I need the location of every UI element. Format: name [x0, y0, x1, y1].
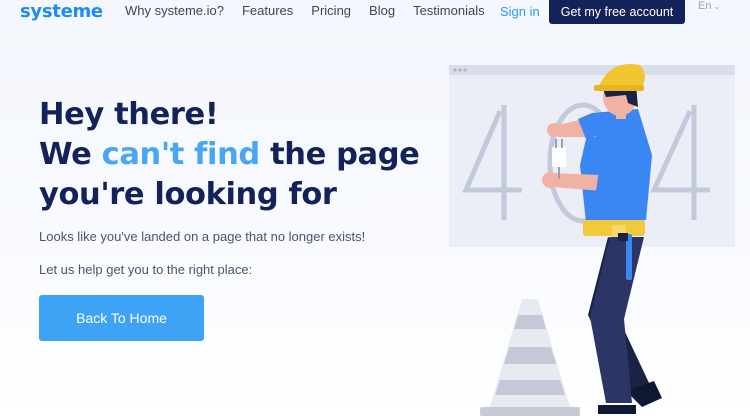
nav-link-why[interactable]: Why systeme.io?: [125, 3, 224, 18]
logo[interactable]: systeme: [20, 1, 103, 22]
title-line-2-start: We: [39, 137, 102, 172]
traffic-cone-icon: [480, 299, 580, 416]
language-label: En: [698, 0, 712, 12]
title-accent: can't find: [101, 137, 261, 172]
back-to-home-button[interactable]: Back To Home: [39, 295, 204, 341]
title-line-1: Hey there!: [39, 97, 219, 132]
sign-in-link[interactable]: Sign in: [500, 4, 540, 19]
site-header: systeme Why systeme.io? Features Pricing…: [0, 0, 750, 38]
title-line-2-end: the page: [259, 137, 420, 172]
subtext-not-found: Looks like you've landed on a page that …: [39, 229, 366, 244]
title-line-3: you're looking for: [39, 177, 337, 212]
nav-link-features[interactable]: Features: [242, 3, 293, 18]
illustration-404: [449, 63, 735, 416]
get-free-account-button[interactable]: Get my free account: [549, 0, 685, 24]
subtext-help: Let us help get you to the right place:: [39, 262, 253, 277]
title-line-2: We can't find the page: [39, 135, 420, 175]
main-nav: Why systeme.io? Features Pricing Blog Te…: [125, 3, 503, 18]
nav-link-pricing[interactable]: Pricing: [311, 3, 351, 18]
nav-link-testimonials[interactable]: Testimonials: [413, 3, 485, 18]
language-selector[interactable]: En ⌄: [698, 0, 720, 12]
nav-link-blog[interactable]: Blog: [369, 3, 395, 18]
chevron-down-icon: ⌄: [713, 2, 721, 11]
page-title: Hey there! We can't find the page you're…: [39, 95, 420, 215]
